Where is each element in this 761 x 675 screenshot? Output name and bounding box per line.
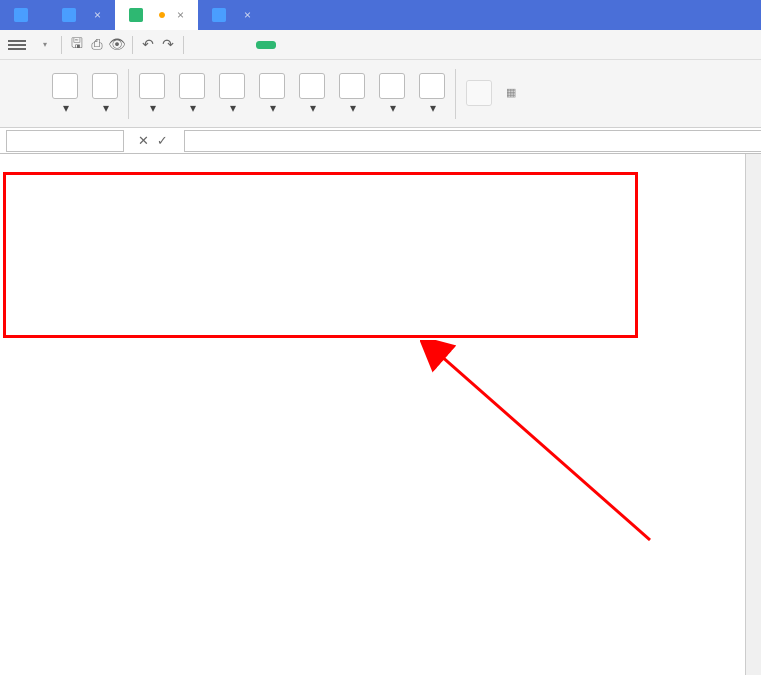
formula-bar: ✕ ✓ xyxy=(0,128,761,154)
word-icon xyxy=(14,8,28,22)
tab-doc2[interactable]: × xyxy=(198,0,265,30)
name-box[interactable] xyxy=(6,130,124,152)
menu-security[interactable] xyxy=(344,41,364,49)
logic-icon xyxy=(219,73,245,99)
ribbon-financial[interactable]: ▾ xyxy=(173,73,211,115)
menu-data[interactable] xyxy=(278,41,298,49)
undo-icon[interactable]: ↶ xyxy=(139,36,157,54)
ribbon-other-fn[interactable]: ▾ xyxy=(413,73,451,115)
ribbon: ▾ ▾ ▾ ▾ ▾ ▾ ▾ ▾ ▾ ▾ ▦ xyxy=(0,60,761,128)
sheet-icon xyxy=(129,8,143,22)
accept-icon[interactable]: ✓ xyxy=(157,133,168,149)
ribbon-common-fn[interactable]: ▾ xyxy=(86,73,124,115)
fx-all-icon xyxy=(139,73,165,99)
menubar: ▾ 🖫 ⎙ 👁 ↶ ↷ xyxy=(0,30,761,60)
ribbon-name-manager[interactable] xyxy=(460,80,498,108)
close-icon[interactable]: × xyxy=(244,8,251,22)
grid-icon: ▦ xyxy=(506,86,516,99)
file-menu[interactable]: ▾ xyxy=(32,36,55,53)
tab-excel-tips[interactable]: × xyxy=(48,0,115,30)
tab-wps[interactable] xyxy=(0,0,48,30)
app-tabstrip: × × × xyxy=(0,0,761,30)
math-icon xyxy=(379,73,405,99)
menu-review[interactable] xyxy=(300,41,320,49)
word-icon xyxy=(212,8,226,22)
redo-icon[interactable]: ↷ xyxy=(159,36,177,54)
menu-devtools[interactable] xyxy=(366,41,386,49)
ribbon-lookup[interactable]: ▾ xyxy=(333,73,371,115)
close-icon[interactable]: × xyxy=(177,8,184,22)
ribbon-text[interactable]: ▾ xyxy=(253,73,291,115)
ribbon-datetime[interactable]: ▾ xyxy=(293,73,331,115)
menu-special[interactable] xyxy=(388,41,408,49)
menu-formula[interactable] xyxy=(256,41,276,49)
save-icon[interactable]: 🖫 xyxy=(68,36,86,54)
ribbon-insert-fn[interactable] xyxy=(6,80,44,108)
currency-icon xyxy=(179,73,205,99)
annotation-red-box xyxy=(3,172,638,338)
star-icon xyxy=(92,73,118,99)
word-icon xyxy=(62,8,76,22)
vertical-scrollbar[interactable] xyxy=(745,154,761,675)
ribbon-all-fn[interactable]: ▾ xyxy=(133,73,171,115)
text-icon xyxy=(259,73,285,99)
annotation-red-arrow xyxy=(420,340,670,550)
cancel-icon[interactable]: ✕ xyxy=(138,133,149,149)
search-icon xyxy=(339,73,365,99)
clock-icon xyxy=(299,73,325,99)
ribbon-math[interactable]: ▾ xyxy=(373,73,411,115)
preview-icon[interactable]: 👁 xyxy=(108,36,126,54)
name-manager-icon xyxy=(466,80,492,106)
modified-dot-icon xyxy=(159,12,165,18)
menu-insert[interactable] xyxy=(212,41,232,49)
ribbon-autosum[interactable]: ▾ xyxy=(46,73,84,115)
ribbon-logic[interactable]: ▾ xyxy=(213,73,251,115)
menu-start[interactable] xyxy=(190,41,210,49)
close-icon[interactable]: × xyxy=(94,8,101,22)
more-icon xyxy=(419,73,445,99)
ribbon-extra[interactable]: ▦ xyxy=(500,86,526,101)
tab-workbook1[interactable]: × xyxy=(115,0,198,30)
fx-icon xyxy=(12,80,38,106)
print-icon[interactable]: ⎙ xyxy=(88,36,106,54)
menu-view[interactable] xyxy=(322,41,342,49)
hamburger-icon[interactable] xyxy=(8,38,26,52)
sigma-icon xyxy=(52,73,78,99)
formula-input[interactable] xyxy=(184,130,761,152)
menu-pagelayout[interactable] xyxy=(234,41,254,49)
